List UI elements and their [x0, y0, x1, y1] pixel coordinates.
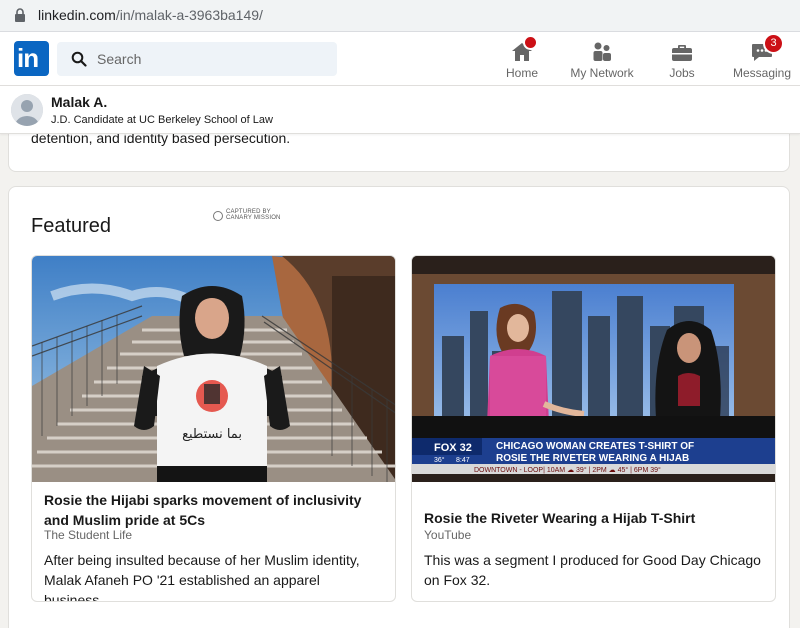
featured-section: Featured CAPTURED BY CANARY MISSION بما … — [8, 186, 790, 628]
nav-messaging-label: Messaging — [732, 66, 792, 80]
featured-item-title[interactable]: Rosie the Riveter Wearing a Hijab T-Shir… — [424, 508, 764, 528]
network-icon — [593, 42, 611, 61]
search-box[interactable] — [57, 42, 337, 76]
featured-item-description: After being insulted because of her Musl… — [44, 552, 360, 602]
tv-temp: 36° — [434, 456, 445, 464]
tv-headline-2: ROSIE THE RIVETER WEARING A HIJAB — [496, 453, 689, 464]
featured-item[interactable]: بما نستطيع Rosie the Hijabi sparks movem… — [31, 255, 396, 602]
profile-headline: J.D. Candidate at UC Berkeley School of … — [51, 114, 273, 126]
featured-item-title[interactable]: Rosie the Hijabi sparks movement of incl… — [44, 490, 384, 530]
featured-title: Featured — [31, 215, 112, 237]
watermark-line-2: CANARY MISSION — [226, 215, 281, 221]
tv-channel: FOX 32 — [434, 442, 472, 454]
featured-item[interactable]: FOX 32 CHICAGO WOMAN CREATES T-SHIRT OF … — [411, 255, 776, 602]
url-path: /in/malak-a-3963ba149/ — [115, 7, 263, 23]
nav-home[interactable]: Home — [497, 35, 547, 82]
global-nav: in Home My Network Jobs — [0, 32, 800, 86]
lock-icon — [15, 8, 25, 22]
logo-text: in — [17, 43, 39, 73]
messaging-badge: 3 — [763, 33, 784, 54]
url-host: linkedin.com — [38, 7, 116, 23]
tv-segment-illustration: FOX 32 CHICAGO WOMAN CREATES T-SHIRT OF … — [412, 256, 775, 482]
linkedin-logo[interactable]: in — [14, 41, 49, 76]
avatar[interactable] — [11, 94, 43, 126]
home-notification-dot — [523, 35, 538, 50]
nav-home-label: Home — [505, 66, 538, 80]
featured-item-source: The Student Life — [44, 528, 133, 542]
briefcase-icon — [672, 45, 692, 61]
shirt-arabic-text: بما نستطيع — [182, 427, 242, 442]
tv-ticker: DOWNTOWN - LOOP| 10AM ☁ 39° | 2PM ☁ 45° … — [474, 466, 661, 474]
tv-time: 8:47 — [456, 457, 470, 464]
featured-thumbnail-stairs[interactable]: بما نستطيع — [32, 256, 395, 482]
nav-jobs[interactable]: Jobs — [660, 36, 704, 82]
featured-item-description: This was a segment I produced for Good D… — [424, 552, 761, 588]
browser-url-bar[interactable]: linkedin.com/in/malak-a-3963ba149/ — [0, 0, 800, 32]
nav-jobs-label: Jobs — [669, 66, 695, 80]
featured-item-source: YouTube — [424, 528, 472, 542]
profile-name[interactable]: Malak A. — [51, 94, 107, 110]
sticky-profile-header: Malak A. J.D. Candidate at UC Berkeley S… — [0, 86, 800, 134]
avatar-placeholder-icon — [11, 94, 43, 126]
nav-my-network[interactable]: My Network — [565, 36, 639, 82]
nav-my-network-label: My Network — [570, 66, 634, 80]
tv-headline-1: CHICAGO WOMAN CREATES T-SHIRT OF — [496, 441, 694, 452]
search-input[interactable] — [97, 48, 327, 70]
search-icon — [71, 51, 87, 67]
stairs-photo-illustration: بما نستطيع — [32, 256, 395, 482]
nav-messaging[interactable]: 3 Messaging — [730, 33, 794, 82]
url-text[interactable]: linkedin.com/in/malak-a-3963ba149/ — [38, 7, 263, 23]
canary-mission-watermark: CAPTURED BY CANARY MISSION — [213, 209, 293, 225]
featured-thumbnail-tv-segment[interactable]: FOX 32 CHICAGO WOMAN CREATES T-SHIRT OF … — [412, 256, 775, 482]
watermark-logo-icon — [213, 211, 223, 221]
